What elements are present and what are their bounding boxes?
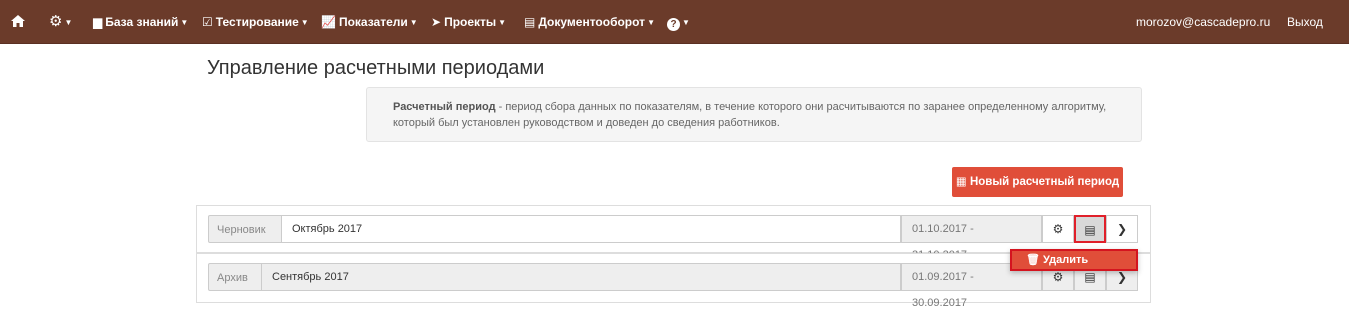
home-icon xyxy=(11,15,25,27)
period-row: Архив Сентябрь 2017 01.09.2017 - 30.09.2… xyxy=(196,253,1151,309)
help-icon: ? xyxy=(667,18,680,31)
line-chart-icon: 📈 xyxy=(321,15,336,29)
nav-user-link[interactable]: morozov@cascadepro.ru xyxy=(1136,0,1270,44)
new-period-button[interactable]: ▦ Новый расчетный период xyxy=(952,167,1123,197)
nav-metrics-label: Показатели xyxy=(338,15,408,29)
trash-icon: 🗑 xyxy=(1026,254,1040,266)
list-icon: ▤ xyxy=(1084,270,1096,284)
period-open-button[interactable]: ❯ xyxy=(1106,215,1138,243)
nav-knowledge-base[interactable]: ▆ База знаний ▼ xyxy=(93,0,188,44)
gears-icon: ⚙ xyxy=(1052,270,1064,284)
period-menu-button[interactable]: ▤ xyxy=(1074,215,1106,243)
status-badge: Архив xyxy=(208,263,262,291)
chevron-right-icon: ❯ xyxy=(1116,222,1128,236)
book-icon: ▆ xyxy=(93,15,103,29)
nav-projects-label: Проекты xyxy=(444,15,497,29)
period-dates-field: 01.10.2017 - 31.10.2017 xyxy=(901,215,1042,261)
new-period-button-label: Новый расчетный период xyxy=(969,176,1120,188)
nav-documents[interactable]: ▤ Документооборот ▼ xyxy=(524,0,655,44)
chevron-down-icon: ▼ xyxy=(409,18,418,27)
nav-documents-label: Документооборот xyxy=(538,15,646,29)
period-name-field[interactable]: Октябрь 2017 xyxy=(281,215,901,243)
period-row: Черновик Октябрь 2017 01.10.2017 - 31.10… xyxy=(196,205,1151,261)
nav-metrics[interactable]: 📈 Показатели ▼ xyxy=(321,0,418,44)
send-icon: ➤ xyxy=(431,15,442,29)
top-navbar: ⚙ ▼ ▆ База знаний ▼ ☑ Тестирование ▼ 📈 Показат… xyxy=(0,0,1349,44)
gear-icon: ⚙ xyxy=(49,13,63,30)
nav-home[interactable] xyxy=(11,0,25,44)
nav-projects[interactable]: ➤ Проекты ▼ xyxy=(431,0,506,44)
document-icon: ▤ xyxy=(524,15,536,29)
calendar-icon: ▦ xyxy=(955,176,967,188)
nav-knowledge-base-label: База знаний xyxy=(105,15,179,29)
chevron-down-icon: ▼ xyxy=(682,18,690,27)
nav-logout-link[interactable]: Выход xyxy=(1287,0,1323,44)
nav-settings-menu[interactable]: ⚙ ▼ xyxy=(49,0,72,44)
delete-menu-item[interactable]: 🗑 Удалить xyxy=(1010,249,1138,271)
nav-help-menu[interactable]: ? ▼ xyxy=(667,0,690,44)
delete-label: Удалить xyxy=(1043,254,1089,266)
info-box: Расчетный период - период сбора данных п… xyxy=(366,87,1142,142)
nav-testing-label: Тестирование xyxy=(215,15,299,29)
chevron-down-icon: ▼ xyxy=(300,18,309,27)
chevron-down-icon: ▼ xyxy=(180,18,189,27)
status-badge: Черновик xyxy=(208,215,282,243)
gears-icon: ⚙ xyxy=(1052,222,1064,236)
period-name-field: Сентябрь 2017 xyxy=(261,263,901,291)
info-term: Расчетный период xyxy=(393,101,496,113)
chevron-down-icon: ▼ xyxy=(647,18,655,27)
checkbox-icon: ☑ xyxy=(202,15,213,29)
chevron-down-icon: ▼ xyxy=(498,18,507,27)
nav-testing[interactable]: ☑ Тестирование ▼ xyxy=(202,0,309,44)
chevron-down-icon: ▼ xyxy=(64,18,73,27)
period-settings-button[interactable]: ⚙ xyxy=(1042,215,1074,243)
info-text: - период сбора данных по показателям, в … xyxy=(393,101,1107,129)
chevron-right-icon: ❯ xyxy=(1116,270,1128,284)
list-icon: ▤ xyxy=(1084,223,1096,237)
page-title: Управление расчетными периодами xyxy=(207,57,545,79)
